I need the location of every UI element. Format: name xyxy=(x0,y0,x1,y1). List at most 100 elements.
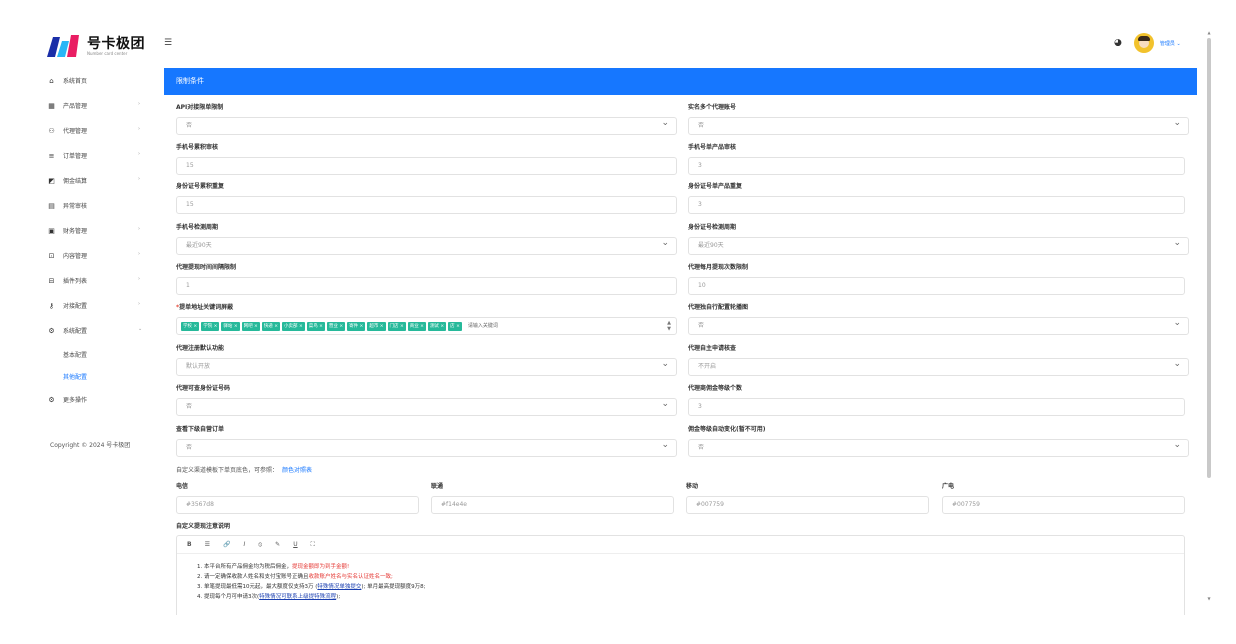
keyword-tag[interactable]: 驿站 × xyxy=(221,321,240,331)
api-limit-field: API对接限单限制 否 xyxy=(176,102,677,135)
editor-line: 2. 请一定确保收款人姓名和支付宝账号正确且收款账户姓名与实名认证姓名一致; xyxy=(197,574,393,580)
agent-interval-field: 代理提现时间间隔限制 1 xyxy=(176,262,677,295)
multi-account-select[interactable]: 否 xyxy=(688,117,1189,135)
keyword-tag[interactable]: 快递 × xyxy=(261,321,281,331)
rich-text-editor[interactable]: B ☰ 🔗 I ⦸ ✎ U ⛶ 1. 本平台所有产品佣金均为税后佣金，提现金额即… xyxy=(176,535,1185,615)
content-icon: ⊡ xyxy=(48,251,55,260)
phone-total-input[interactable]: 15 xyxy=(176,157,677,175)
user-menu[interactable]: 管理员 ⌄ xyxy=(1160,40,1181,47)
keyword-tag[interactable]: 商业 × xyxy=(407,321,426,331)
chevron-right-icon: › xyxy=(138,226,140,232)
sidebar-item-content[interactable]: ⊡ 内容管理 › xyxy=(0,243,160,268)
keyword-tag[interactable]: 菜鸟 × xyxy=(306,321,325,331)
agent-self-apply-select[interactable]: 不开启 xyxy=(688,358,1189,376)
agent-interval-input[interactable]: 1 xyxy=(176,277,677,295)
sidebar-item-commission[interactable]: ◩ 佣金结算 › xyxy=(0,168,160,193)
editor-label: 自定义提现注意说明 xyxy=(176,523,231,530)
bold-icon[interactable]: B xyxy=(187,541,192,548)
keyword-tag[interactable]: 门店 × xyxy=(387,321,406,331)
editor-line: 3. 单笔提现最低需10元起，最大额度仅支持3万 (特殊情况单独提交); 单月最… xyxy=(197,584,426,590)
keyword-tag[interactable]: 学校 × xyxy=(181,321,200,331)
phone-period-field: 手机号检测周期 最近90天 xyxy=(176,222,677,255)
editor-content[interactable]: 1. 本平台所有产品佣金均为税后佣金，提现金额即为到手金额! 2. 请一定确保收… xyxy=(177,554,1184,602)
idcard-single-input[interactable]: 3 xyxy=(688,196,1185,214)
plugin-icon: ⊟ xyxy=(48,276,55,285)
sidebar-item-finance[interactable]: ▣ 财务管理 › xyxy=(0,218,160,243)
copyright: Copyright © 2024 号卡极团 xyxy=(50,442,131,449)
sidebar-subitem-other-config[interactable]: 其他配置 xyxy=(0,365,160,387)
agent-register-select[interactable]: 默认开放 xyxy=(176,358,677,376)
agent-commission-levels-input[interactable]: 3 xyxy=(688,398,1185,416)
list-icon[interactable]: ☰ xyxy=(205,541,210,548)
api-limit-select[interactable]: 否 xyxy=(176,117,677,135)
agent-monthly-input[interactable]: 10 xyxy=(688,277,1185,295)
idcard-total-input[interactable]: 15 xyxy=(176,196,677,214)
sidebar-item-home[interactable]: ⌂ 系统首页 xyxy=(0,68,160,93)
agent-self-apply-field: 代理自主申请核查 不开启 xyxy=(688,343,1189,376)
agent-idcard-check-select[interactable]: 否 xyxy=(176,398,677,416)
sidebar-item-products[interactable]: ▦ 产品管理 › xyxy=(0,93,160,118)
mobile-color-input[interactable]: #007759 xyxy=(686,496,929,514)
order-check-select[interactable]: 否 xyxy=(176,439,677,457)
sidebar-subitem-basic-config[interactable]: 基本配置 xyxy=(0,343,160,365)
address-keywords-tag-input[interactable]: 学校 × 学院 × 驿站 × 网吧 × 快递 × 小卖部 × 菜鸟 × 营业 ×… xyxy=(176,317,677,335)
fullscreen-icon[interactable]: ⛶ xyxy=(311,541,315,549)
keyword-tag[interactable]: 网吧 × xyxy=(241,321,260,331)
color-table-link[interactable]: 颜色对照表 xyxy=(282,467,312,474)
keyword-tag[interactable]: 测试 × xyxy=(427,321,447,331)
brush-icon[interactable]: ✎ xyxy=(275,541,280,548)
header-user-area: ◕ 管理员 ⌄ xyxy=(1114,32,1181,54)
color-note: 自定义渠道模板下单页底色，可参照： 颜色对照表 xyxy=(176,467,313,474)
keyword-tag[interactable]: 营业 × xyxy=(326,321,346,331)
agent-register-field: 代理注册默认功能 默认开放 xyxy=(176,343,677,376)
phone-period-select[interactable]: 最近90天 xyxy=(176,237,677,255)
broadnet-color-field: 广电 #007759 xyxy=(942,481,1185,514)
sidebar-item-settings[interactable]: ⚙ 系统配置 ⌄ xyxy=(0,318,160,343)
spinner-icon[interactable]: ▲ ▼ xyxy=(667,320,671,332)
sidebar-nav: ⌂ 系统首页 ▦ 产品管理 › ⚇ 代理管理 › ≡ 订单管理 › ◩ 佣金结算 › ▤ 异常审核 … xyxy=(0,68,160,412)
telecom-color-input[interactable]: #3567d8 xyxy=(176,496,419,514)
sidebar-item-integration[interactable]: ⚷ 对接配置 › xyxy=(0,293,160,318)
phone-total-field: 手机号累积审核 15 xyxy=(176,142,677,175)
keyword-input[interactable]: 请输入关键词 xyxy=(468,318,498,334)
commission-auto-select[interactable]: 否 xyxy=(688,439,1189,457)
sidebar-item-audit[interactable]: ▤ 异常审核 xyxy=(0,193,160,218)
list-icon: ≡ xyxy=(48,151,55,160)
grid-icon: ▦ xyxy=(48,101,55,110)
agent-commission-levels-field: 代理商佣金等级个数 3 xyxy=(688,383,1185,416)
multi-account-field: 实名多个代理账号 否 xyxy=(688,102,1189,135)
keyword-tag[interactable]: 店 × xyxy=(448,321,462,331)
sidebar-item-plugins[interactable]: ⊟ 插件列表 › xyxy=(0,268,160,293)
address-keywords-field: *提单地址关键词屏蔽 学校 × 学院 × 驿站 × 网吧 × 快递 × 小卖部 … xyxy=(176,302,677,335)
broadnet-color-input[interactable]: #007759 xyxy=(942,496,1185,514)
keyword-tag[interactable]: 学院 × xyxy=(201,321,220,331)
idcard-period-select[interactable]: 最近90天 xyxy=(688,237,1189,255)
page-scrollbar[interactable]: ▲ ▼ xyxy=(1206,30,1212,605)
link-icon[interactable]: 🔗 xyxy=(223,541,230,548)
underline-icon[interactable]: U xyxy=(293,541,297,548)
hamburger-icon[interactable]: ☰ xyxy=(164,38,172,48)
keyword-tag[interactable]: 超市 × xyxy=(367,321,386,331)
unicom-color-input[interactable]: #f14e4e xyxy=(431,496,674,514)
chevron-right-icon: › xyxy=(138,251,140,257)
agent-carousel-select[interactable]: 否 xyxy=(688,317,1189,335)
avatar[interactable] xyxy=(1133,33,1154,53)
keyword-tag[interactable]: 小卖部 × xyxy=(282,321,305,331)
logo[interactable]: 号卡极团 Number card center xyxy=(47,33,157,59)
scrollbar-thumb[interactable] xyxy=(1207,38,1211,478)
scroll-down-icon[interactable]: ▼ xyxy=(1206,596,1212,601)
palette-icon[interactable]: ◕ xyxy=(1114,38,1122,48)
clear-format-icon[interactable]: ⦸ xyxy=(258,541,262,549)
scroll-up-icon[interactable]: ▲ xyxy=(1206,30,1212,35)
chevron-right-icon: › xyxy=(138,276,140,282)
logo-mark-icon xyxy=(47,35,79,57)
sidebar-item-more[interactable]: ⚙ 更多操作 xyxy=(0,387,160,412)
brand-subtitle: Number card center xyxy=(87,51,128,56)
sidebar-item-orders[interactable]: ≡ 订单管理 › xyxy=(0,143,160,168)
keyword-tag[interactable]: 寄件 × xyxy=(347,321,366,331)
phone-single-input[interactable]: 3 xyxy=(688,157,1185,175)
idcard-period-field: 身份证号检测周期 最近90天 xyxy=(688,222,1189,255)
italic-icon[interactable]: I xyxy=(243,541,245,548)
agent-carousel-field: 代理独自行配置轮播图 否 xyxy=(688,302,1189,335)
sidebar-item-agents[interactable]: ⚇ 代理管理 › xyxy=(0,118,160,143)
